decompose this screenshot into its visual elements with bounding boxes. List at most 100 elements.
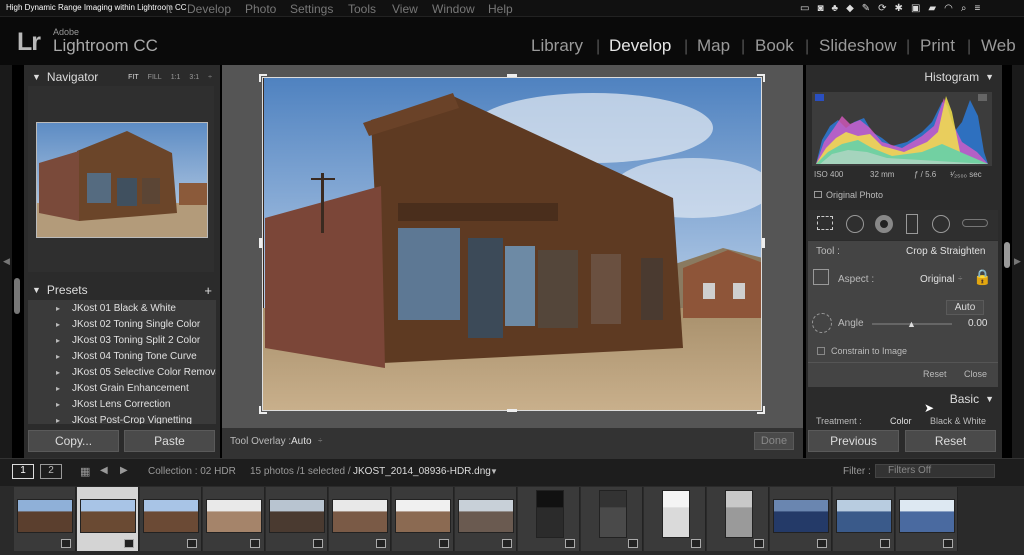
- menu-edit[interactable]: lt: [166, 2, 172, 16]
- filmstrip-thumbnail[interactable]: [329, 487, 391, 551]
- battery-icon[interactable]: ▰: [928, 3, 936, 14]
- left-collapse-icon[interactable]: ◀: [3, 256, 10, 267]
- module-print[interactable]: Print: [920, 36, 955, 56]
- menu-photo[interactable]: Photo: [245, 2, 276, 16]
- constrain-checkbox[interactable]: [817, 347, 825, 355]
- module-develop[interactable]: Develop: [609, 36, 671, 56]
- navigator-thumbnail[interactable]: [36, 122, 208, 238]
- collection-label[interactable]: Collection : 02 HDR: [148, 466, 236, 477]
- filmstrip-thumbnail[interactable]: [770, 487, 832, 551]
- filmstrip-thumbnail[interactable]: [518, 487, 580, 551]
- crop-tool-icon[interactable]: [817, 216, 833, 230]
- zoom-fill[interactable]: FILL: [148, 74, 162, 81]
- right-scrollbar[interactable]: [1004, 242, 1010, 268]
- filmstrip-thumbnail[interactable]: [896, 487, 958, 551]
- crop-frame-icon[interactable]: [813, 269, 829, 285]
- filmstrip-thumbnail[interactable]: [644, 487, 706, 551]
- filmstrip-thumbnail[interactable]: [140, 487, 202, 551]
- lock-icon[interactable]: ▣: [911, 3, 920, 14]
- dropdown-icon[interactable]: ▼: [490, 467, 498, 476]
- crop-handle-bl[interactable]: [259, 406, 267, 414]
- treatment-bw[interactable]: Black & White: [930, 416, 986, 426]
- aspect-select[interactable]: Original: [920, 274, 954, 285]
- filmstrip-thumbnail[interactable]: [581, 487, 643, 551]
- forward-arrow-icon[interactable]: ▶: [120, 465, 128, 476]
- crop-reset-button[interactable]: Reset: [923, 369, 947, 379]
- graduated-filter-icon[interactable]: [906, 214, 918, 234]
- paste-settings-button[interactable]: Paste: [124, 430, 215, 452]
- crop-handle-left[interactable]: [259, 238, 262, 248]
- zoom-fit[interactable]: FIT: [128, 74, 139, 81]
- zoom-more[interactable]: ÷: [208, 74, 212, 81]
- filmstrip-thumbnail[interactable]: [707, 487, 769, 551]
- filmstrip-thumbnail[interactable]: [455, 487, 517, 551]
- main-photo[interactable]: [262, 77, 762, 411]
- wifi-icon[interactable]: ◠: [944, 3, 953, 14]
- preset-folder[interactable]: JKost 03 Toning Split 2 Color: [28, 332, 216, 348]
- add-preset-button[interactable]: +: [204, 283, 220, 298]
- crop-handle-br[interactable]: [757, 406, 765, 414]
- disclosure-down-icon[interactable]: ▼: [32, 285, 41, 295]
- module-book[interactable]: Book: [755, 36, 794, 56]
- auto-straighten-button[interactable]: Auto: [946, 300, 984, 315]
- search-icon[interactable]: ⌕: [961, 3, 967, 14]
- lock-icon[interactable]: 🔒: [973, 268, 992, 286]
- highlight-clipping-icon[interactable]: [978, 94, 987, 101]
- menu-settings[interactable]: Settings: [290, 2, 333, 16]
- camera-icon[interactable]: ◙: [817, 3, 823, 14]
- module-web[interactable]: Web: [981, 36, 1016, 56]
- basic-header[interactable]: Basic ▼: [806, 389, 1002, 409]
- original-photo-checkbox[interactable]: [814, 191, 822, 198]
- selected-filename[interactable]: JKOST_2014_08936-HDR.dng: [353, 466, 491, 477]
- filmstrip-thumbnail[interactable]: [392, 487, 454, 551]
- dropdown-icon[interactable]: ÷: [958, 274, 962, 283]
- done-button[interactable]: Done: [754, 432, 794, 450]
- filmstrip-thumbnail[interactable]: [203, 487, 265, 551]
- crop-handle-right[interactable]: [762, 238, 765, 248]
- previous-button[interactable]: Previous: [808, 430, 899, 452]
- adjustment-brush-icon[interactable]: [962, 219, 988, 227]
- crop-handle-tr[interactable]: [757, 74, 765, 82]
- screen-1-button[interactable]: 1: [12, 464, 34, 479]
- preset-folder[interactable]: JKost 04 Toning Tone Curve: [28, 348, 216, 364]
- zoom-1-1[interactable]: 1:1: [171, 74, 181, 81]
- preset-folder[interactable]: JKost Post-Crop Vignetting: [28, 412, 216, 425]
- tools-icon[interactable]: ✎: [862, 3, 870, 14]
- disclosure-down-icon[interactable]: ▼: [985, 72, 994, 82]
- module-library[interactable]: Library: [531, 36, 583, 56]
- presets-header[interactable]: ▼ Presets +: [24, 280, 220, 300]
- menu-help[interactable]: Help: [488, 2, 513, 16]
- right-collapse-icon[interactable]: ▶: [1014, 256, 1021, 267]
- disclosure-down-icon[interactable]: ▼: [985, 394, 994, 404]
- straighten-tool-icon[interactable]: [812, 313, 832, 333]
- preset-folder[interactable]: JKost 02 Toning Single Color: [28, 316, 216, 332]
- screen-2-button[interactable]: 2: [40, 464, 62, 479]
- monitor-icon[interactable]: ▭: [800, 3, 809, 14]
- menu-tools[interactable]: Tools: [348, 2, 376, 16]
- filmstrip-thumbnail[interactable]: [14, 487, 76, 551]
- tool-overlay-select[interactable]: Auto: [291, 436, 312, 447]
- filter-select[interactable]: Filters Off: [875, 464, 995, 478]
- zoom-3-1[interactable]: 3:1: [189, 74, 199, 81]
- evernote-icon[interactable]: ♣: [832, 3, 839, 14]
- angle-value[interactable]: 0.00: [968, 318, 987, 329]
- copy-settings-button[interactable]: Copy...: [28, 430, 119, 452]
- disclosure-down-icon[interactable]: ▼: [32, 72, 41, 82]
- treatment-color[interactable]: Color: [890, 416, 912, 426]
- angle-slider-thumb[interactable]: ▲: [907, 319, 916, 329]
- dropbox-icon[interactable]: ◆: [846, 3, 854, 14]
- spot-removal-icon[interactable]: [846, 215, 864, 233]
- bluetooth-icon[interactable]: ✱: [895, 3, 903, 14]
- histogram-header[interactable]: Histogram ▼: [806, 67, 1002, 87]
- red-eye-icon[interactable]: [875, 215, 893, 233]
- crop-handle-bottom[interactable]: [507, 409, 517, 412]
- left-scrollbar[interactable]: [14, 278, 20, 314]
- dropdown-icon[interactable]: ÷: [318, 436, 322, 445]
- crop-handle-tl[interactable]: [259, 74, 267, 82]
- filmstrip-thumbnail[interactable]: [833, 487, 895, 551]
- radial-filter-icon[interactable]: [932, 215, 950, 233]
- shadow-clipping-icon[interactable]: [815, 94, 824, 101]
- menu-develop[interactable]: Develop: [187, 2, 231, 16]
- filmstrip-thumbnail[interactable]: [266, 487, 328, 551]
- module-map[interactable]: Map: [697, 36, 730, 56]
